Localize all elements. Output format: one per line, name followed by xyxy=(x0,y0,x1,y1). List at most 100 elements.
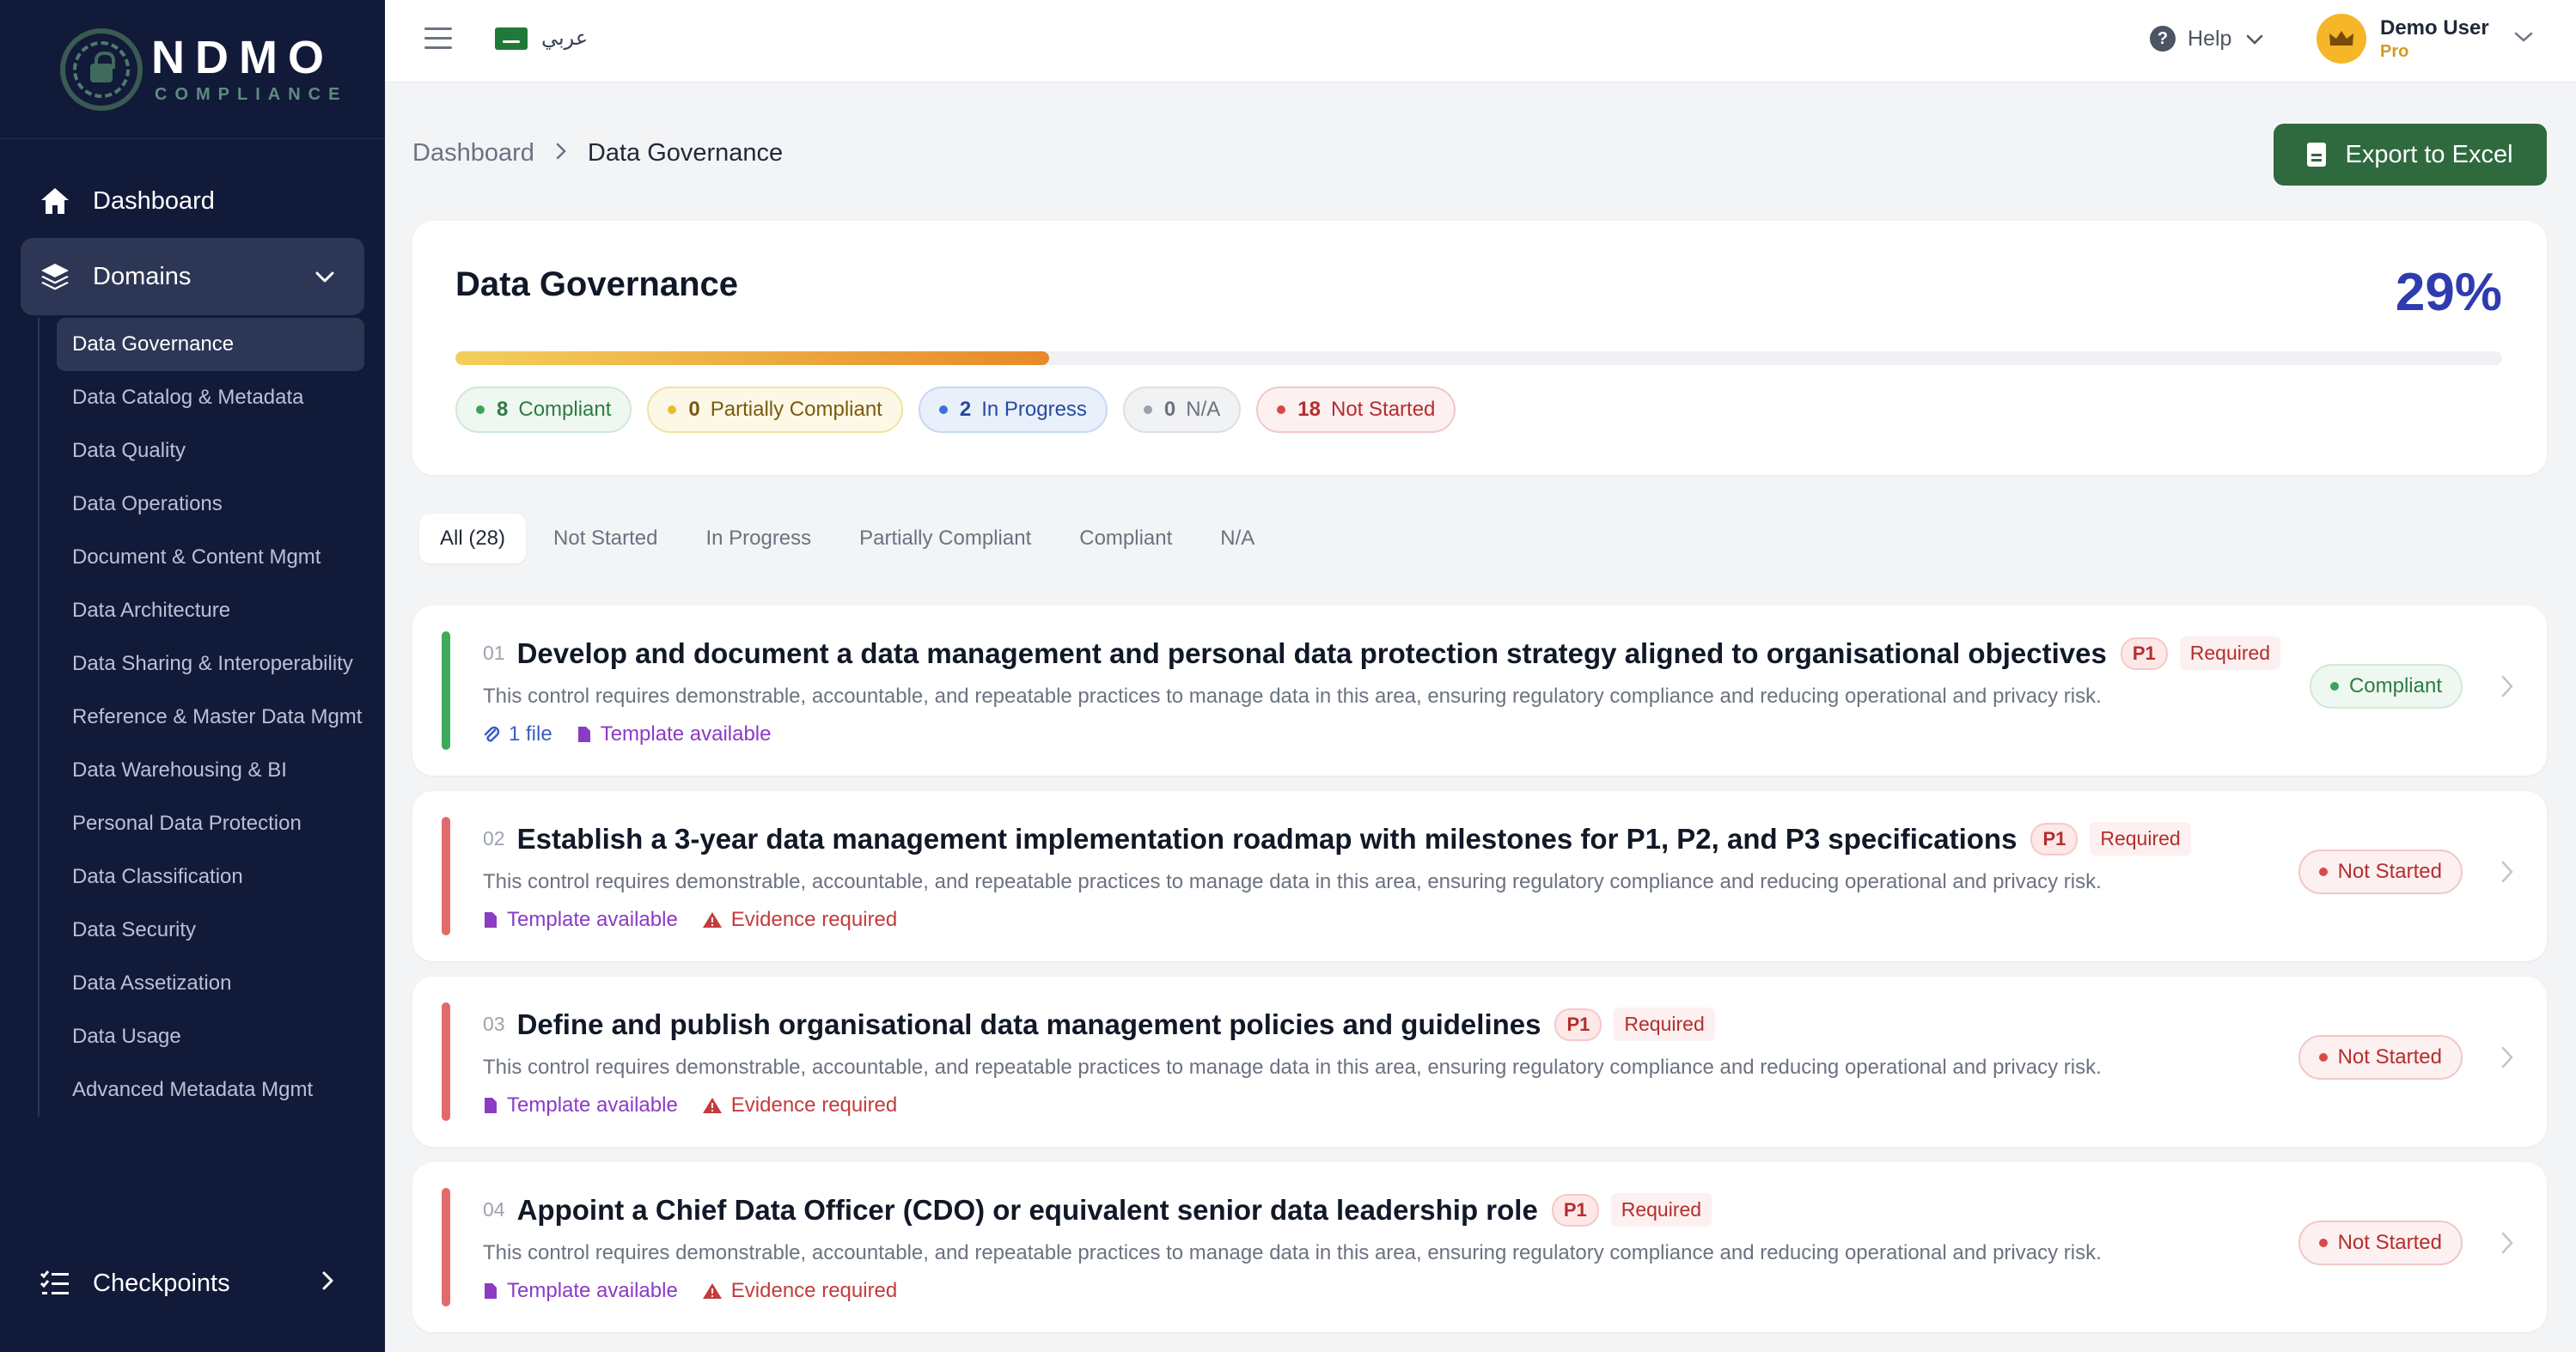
control-card[interactable]: 04 Appoint a Chief Data Officer (CDO) or… xyxy=(412,1162,2547,1332)
language-switcher[interactable]: عربي xyxy=(495,26,588,51)
breadcrumb-current: Data Governance xyxy=(587,139,784,167)
chip-count: 2 xyxy=(959,398,972,421)
chip-count: 0 xyxy=(688,398,700,421)
warning-icon xyxy=(702,1282,723,1300)
control-card[interactable]: 03 Define and publish organisational dat… xyxy=(412,977,2547,1147)
control-title: Develop and document a data management a… xyxy=(516,636,2107,669)
menu-icon[interactable] xyxy=(424,27,452,56)
chip-partially-compliant[interactable]: 0 Partially Compliant xyxy=(647,387,903,433)
chevron-right-icon[interactable] xyxy=(2500,1045,2514,1074)
attached-files-link[interactable]: 1 file xyxy=(483,722,552,746)
required-badge: Required xyxy=(1614,1008,1715,1041)
chip-label: N/A xyxy=(1186,398,1221,421)
status-label: Not Started xyxy=(2337,1045,2442,1069)
document-icon xyxy=(483,1096,498,1115)
priority-badge: P1 xyxy=(1554,1008,1602,1041)
sidebar-item-data-governance[interactable]: Data Governance xyxy=(57,318,364,371)
export-label: Export to Excel xyxy=(2345,140,2513,168)
sidebar-item-warehousing-bi[interactable]: Data Warehousing & BI xyxy=(57,744,364,797)
template-label: Template available xyxy=(507,908,678,931)
chevron-right-icon xyxy=(555,139,567,167)
chevron-right-icon[interactable] xyxy=(2500,1231,2514,1259)
sidebar-item-data-architecture[interactable]: Data Architecture xyxy=(57,584,364,637)
top-bar: عربي ? Help Demo User Pro xyxy=(385,0,2576,82)
sidebar-item-usage[interactable]: Data Usage xyxy=(57,1010,364,1063)
chevron-down-icon xyxy=(314,263,335,291)
paperclip-icon xyxy=(483,724,500,745)
sidebar-item-classification[interactable]: Data Classification xyxy=(57,850,364,904)
layers-icon xyxy=(38,259,72,294)
sidebar-item-data-operations[interactable]: Data Operations xyxy=(57,478,364,531)
breadcrumb-dashboard[interactable]: Dashboard xyxy=(412,139,534,167)
control-card[interactable]: 01 Develop and document a data managemen… xyxy=(412,606,2547,776)
help-menu[interactable]: ? Help xyxy=(2150,26,2264,52)
status-summary-chips: 8 Compliant 0 Partially Compliant 2 In Prog… xyxy=(455,387,1471,433)
sidebar-item-data-sharing[interactable]: Data Sharing & Interoperability xyxy=(57,637,364,691)
status-badge: Compliant xyxy=(2309,664,2463,709)
evidence-required: Evidence required xyxy=(702,908,897,932)
chip-na[interactable]: 0 N/A xyxy=(1122,387,1242,433)
status-indicator-bar xyxy=(442,1002,450,1121)
status-indicator-bar xyxy=(442,1188,450,1306)
template-link[interactable]: Template available xyxy=(483,908,678,932)
tab-all[interactable]: All (28) xyxy=(419,514,527,563)
user-name: Demo User xyxy=(2380,15,2489,40)
sidebar-item-domains[interactable]: Domains xyxy=(21,238,364,315)
document-icon xyxy=(577,725,592,744)
chevron-down-icon xyxy=(2513,31,2534,47)
sidebar-item-checkpoints[interactable]: Checkpoints xyxy=(21,1254,364,1312)
required-badge: Required xyxy=(2090,822,2191,856)
chip-label: In Progress xyxy=(981,398,1087,421)
template-link[interactable]: Template available xyxy=(483,1093,678,1118)
sidebar-item-personal-data[interactable]: Personal Data Protection xyxy=(57,797,364,850)
template-label: Template available xyxy=(600,722,772,746)
crown-icon xyxy=(2317,14,2366,64)
control-number: 01 xyxy=(483,642,505,664)
priority-badge: P1 xyxy=(1551,1193,1599,1227)
control-title: Establish a 3-year data management imple… xyxy=(516,822,2017,855)
chip-in-progress[interactable]: 2 In Progress xyxy=(918,387,1108,433)
chevron-right-icon[interactable] xyxy=(2500,860,2514,888)
sidebar-item-assetization[interactable]: Data Assetization xyxy=(57,957,364,1010)
tab-in-progress[interactable]: In Progress xyxy=(685,514,832,563)
evidence-label: Evidence required xyxy=(730,908,898,931)
template-link[interactable]: Template available xyxy=(577,722,772,746)
user-menu[interactable]: Demo User Pro xyxy=(2317,14,2534,64)
tab-not-started[interactable]: Not Started xyxy=(533,514,678,563)
chip-compliant[interactable]: 8 Compliant xyxy=(455,387,632,433)
home-icon xyxy=(38,184,72,218)
template-link[interactable]: Template available xyxy=(483,1279,678,1303)
control-card[interactable]: 02 Establish a 3-year data management im… xyxy=(412,791,2547,961)
chip-label: Not Started xyxy=(1331,398,1436,421)
user-plan: Pro xyxy=(2380,41,2409,61)
sidebar-item-dashboard[interactable]: Dashboard xyxy=(21,172,364,230)
control-title: Appoint a Chief Data Officer (CDO) or eq… xyxy=(516,1193,1538,1226)
tab-compliant[interactable]: Compliant xyxy=(1059,514,1193,563)
tab-partially-compliant[interactable]: Partially Compliant xyxy=(839,514,1052,563)
document-icon xyxy=(483,1282,498,1300)
template-label: Template available xyxy=(507,1093,678,1117)
sidebar-item-label: Dashboard xyxy=(93,186,215,215)
sidebar-item-data-quality[interactable]: Data Quality xyxy=(57,424,364,478)
chevron-right-icon[interactable] xyxy=(2500,674,2514,703)
chevron-down-icon xyxy=(2245,27,2264,52)
sidebar-item-data-catalog[interactable]: Data Catalog & Metadata xyxy=(57,371,364,424)
status-badge: Not Started xyxy=(2298,1035,2463,1080)
logo-icon xyxy=(60,27,143,111)
saudi-flag-icon xyxy=(495,27,528,50)
breadcrumb: Dashboard Data Governance xyxy=(412,139,783,167)
sidebar-item-advanced-metadata[interactable]: Advanced Metadata Mgmt xyxy=(57,1063,364,1117)
sidebar-item-security[interactable]: Data Security xyxy=(57,904,364,957)
chip-count: 0 xyxy=(1163,398,1176,421)
control-number: 02 xyxy=(483,827,505,850)
sidebar-item-reference-master[interactable]: Reference & Master Data Mgmt xyxy=(57,691,364,744)
tab-na[interactable]: N/A xyxy=(1199,514,1275,563)
sidebar-item-document-content[interactable]: Document & Content Mgmt xyxy=(57,531,364,584)
evidence-label: Evidence required xyxy=(730,1279,898,1302)
logo[interactable]: NDMO COMPLIANCE xyxy=(0,0,385,139)
control-number: 03 xyxy=(483,1013,505,1035)
control-description: This control requires demonstrable, acco… xyxy=(483,1056,2102,1079)
export-excel-button[interactable]: Export to Excel xyxy=(2274,124,2547,186)
chip-not-started[interactable]: 18 Not Started xyxy=(1256,387,1456,433)
status-badge: Not Started xyxy=(2298,850,2463,894)
